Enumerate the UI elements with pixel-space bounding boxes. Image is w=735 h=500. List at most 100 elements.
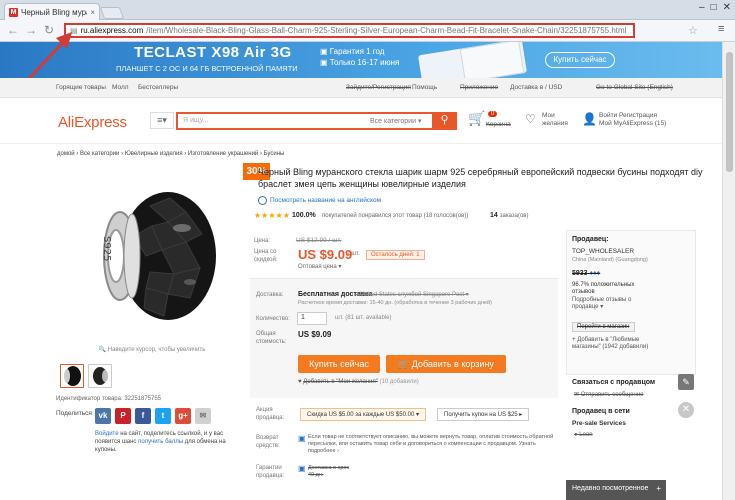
shipping-method-select[interactable]: в United States службой Singapore Post ▾: [355, 291, 469, 298]
seller-name[interactable]: TOP_WHOLESALER: [572, 248, 634, 255]
account-icon[interactable]: 👤: [582, 112, 597, 126]
go-to-store-button[interactable]: Перейти в магазин: [572, 322, 635, 332]
discount-price-label: Цена со скидкой:: [254, 249, 278, 263]
category-menu-button[interactable]: ≡▾: [150, 112, 174, 129]
aliexpress-logo[interactable]: AliExpress: [58, 114, 127, 131]
window-controls: – □ ✕: [699, 2, 731, 13]
translate-link[interactable]: Посмотреть название на английском: [270, 197, 381, 204]
translate-icon: [258, 196, 267, 205]
search-placeholder: Я ищу...: [183, 117, 209, 124]
page-scrollbar[interactable]: [722, 42, 735, 500]
googleplus-share-icon[interactable]: g+: [175, 408, 191, 424]
thumbnail-1[interactable]: [60, 364, 84, 388]
account-links[interactable]: Войти Регистрация Мой MyAliExpress (15): [599, 112, 666, 128]
add-favorite-store[interactable]: + Добавить в "Любимые магазины" (1942 до…: [572, 337, 648, 351]
heart-icon[interactable]: ♡: [525, 112, 536, 126]
old-price: US $12.99 / шт.: [296, 237, 342, 244]
chat-icon: ●: [574, 432, 578, 438]
banner-buy-button[interactable]: Купить сейчас: [545, 52, 615, 68]
toplink-bestsellers[interactable]: Бестселлеры: [138, 84, 178, 91]
toplink-app[interactable]: Приложение: [460, 84, 498, 91]
svg-text:S925: S925: [101, 236, 112, 261]
toplink-hot[interactable]: Горящие товары: [56, 84, 106, 91]
price-label: Цена:: [254, 238, 271, 244]
minimize-icon[interactable]: –: [699, 2, 705, 13]
toplink-mall[interactable]: Молл: [112, 84, 129, 91]
zoom-hint: 🔍 Наведите курсор, чтобы увеличить: [98, 347, 206, 353]
scrollbar-thumb[interactable]: [726, 52, 733, 172]
banner-brand: TECLAST X98 Air 3G: [134, 44, 292, 61]
per-unit: / шт.: [348, 251, 360, 257]
menu-icon[interactable]: ≡: [718, 23, 724, 35]
wholesale-price-link[interactable]: Оптовая цена ▾: [298, 263, 341, 270]
close-icon[interactable]: ✕: [678, 402, 694, 418]
search-icon: ⚲: [440, 114, 449, 126]
tablet-image-2: [459, 42, 525, 78]
cart-label[interactable]: Корзина: [486, 121, 511, 128]
new-tab-button[interactable]: [99, 7, 125, 19]
seller-online-title: Продавец в сети: [572, 408, 630, 415]
cart-icon[interactable]: 🛒: [468, 110, 485, 127]
thumbnail-2[interactable]: [88, 364, 112, 388]
email-share-icon[interactable]: ✉: [195, 408, 211, 424]
product-title: Черный Bling муранского стекла шарик шар…: [258, 167, 703, 189]
seller-feedback-score[interactable]: 5933 ♦♦♦: [572, 270, 600, 277]
seller-details-link[interactable]: Подробные отзывы о продавце ▾: [572, 297, 631, 311]
heart-icon: ♥: [298, 379, 302, 385]
address-bar[interactable]: ▤ ru.aliexpress.com /item/Wholesale-Blac…: [64, 23, 635, 38]
total-price: US $9.09: [298, 330, 332, 339]
login-link[interactable]: Войдите: [95, 431, 119, 437]
presale-services: Pre-sale Services: [572, 420, 626, 427]
seller-positive-pct: 96.7% положительных отзывов: [572, 282, 635, 295]
return-policy-text: Если товар не соответствует описанию, вы…: [308, 434, 554, 454]
quantity-available: шт. (81 шт. available): [335, 315, 392, 321]
banner-delivery: ▣ Только 16-17 июня: [320, 58, 400, 67]
add-to-cart-button[interactable]: 🛒 Добавить в корзину: [386, 355, 506, 373]
pencil-icon[interactable]: ✎: [678, 374, 694, 390]
facebook-share-icon[interactable]: f: [135, 408, 151, 424]
maximize-icon[interactable]: □: [711, 2, 717, 13]
twitter-share-icon[interactable]: t: [155, 408, 171, 424]
orders-count: 14 заказа(ов): [490, 212, 529, 219]
points-link[interactable]: получить баллы: [138, 439, 183, 445]
breadcrumb[interactable]: домой › Все категории › Ювелирные издели…: [57, 151, 284, 157]
promo-label: Акция продавца:: [256, 407, 285, 421]
bead-image: S925: [101, 192, 216, 320]
browser-tab[interactable]: M Черный Bling мура ×: [4, 3, 100, 20]
promo-discount-dropdown[interactable]: Скидка US $5.00 за каждые US $50.00 ▾: [300, 408, 426, 421]
recently-viewed-bar[interactable]: Недавно посмотренное +: [566, 480, 666, 500]
seller-location: China (Mainland) (Guangdong): [572, 257, 648, 263]
guarantee-text: Доставка в срок 40 дн.: [308, 465, 349, 478]
agent-link[interactable]: ● Leon: [574, 432, 593, 438]
plus-icon: +: [572, 337, 576, 343]
close-window-icon[interactable]: ✕: [723, 2, 731, 13]
send-message-link[interactable]: ✉ Отправить сообщение: [574, 391, 644, 398]
pinterest-share-icon[interactable]: P: [115, 408, 131, 424]
share-text: Войдите на сайт, поделитесь ссылкой, и у…: [95, 431, 226, 453]
search-input[interactable]: Я ищу... Все категории ▾: [176, 112, 434, 130]
toplink-ship-to[interactable]: Доставка в / USD: [510, 84, 562, 91]
quantity-input[interactable]: 1: [297, 312, 327, 325]
rating-stars[interactable]: ★★★★★: [254, 211, 290, 220]
get-coupon-button[interactable]: Получить купон на US $25 ▸: [437, 408, 530, 421]
guarantee-label: Гарантии продавца:: [256, 465, 285, 479]
star-icon[interactable]: ☆: [688, 24, 698, 37]
mail-icon: ✉: [574, 392, 580, 398]
expand-icon[interactable]: +: [656, 484, 661, 493]
close-tab-icon[interactable]: ×: [90, 8, 95, 17]
top-links-bar: Горящие товары Молл Бестселлеры Зайдите/…: [0, 78, 722, 98]
tab-title: Черный Bling мура: [21, 7, 88, 17]
add-to-wishlist-link[interactable]: ♥ Добавить в "Мои желания" (10 добавили): [298, 379, 419, 385]
vk-share-icon[interactable]: vk: [95, 408, 111, 424]
toplink-global[interactable]: Go to Global Site (English): [596, 84, 673, 91]
toplink-login[interactable]: Зайдите/Регистрация: [346, 84, 411, 91]
favicon-icon: M: [9, 7, 18, 17]
wishlist-label[interactable]: Мои желания: [542, 112, 568, 128]
toplink-help[interactable]: Помощь: [412, 84, 437, 91]
current-price: US $9.09: [298, 247, 353, 262]
search-button[interactable]: ⚲: [432, 112, 457, 130]
days-left-badge: Осталось дней: 1: [366, 250, 425, 260]
search-category-select[interactable]: Все категории ▾: [370, 117, 421, 125]
buy-now-button[interactable]: Купить сейчас: [298, 355, 380, 373]
return-icon: ▣: [298, 434, 306, 443]
